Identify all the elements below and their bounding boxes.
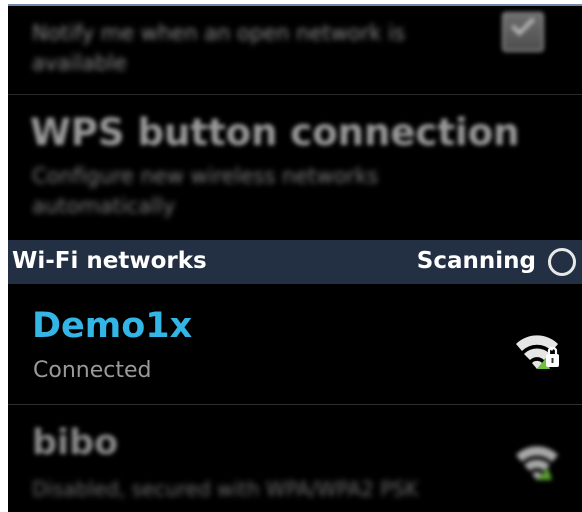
notify-open-network-setting[interactable]: Notify me when an open network is availa… xyxy=(8,6,582,95)
network-name: bibo xyxy=(32,423,119,463)
wifi-secured-icon xyxy=(516,446,558,480)
network-status: Disabled, secured with WPA/WPA2 PSK xyxy=(32,477,419,501)
scanning-spinner-icon xyxy=(548,248,576,276)
scanning-status: Scanning xyxy=(416,248,536,274)
wifi-secured-icon xyxy=(516,335,559,369)
network-item-demo1x[interactable]: Demo1x Connected xyxy=(8,284,582,405)
wifi-networks-title: Wi-Fi networks xyxy=(12,248,207,274)
notify-setting-summary: Notify me when an open network is availa… xyxy=(32,21,405,75)
wps-title: WPS button connection xyxy=(30,111,520,154)
network-status: Connected xyxy=(33,358,152,383)
wifi-settings-screen: Notify me when an open network is availa… xyxy=(8,4,582,512)
wps-button-connection-setting[interactable]: WPS button connection Configure new wire… xyxy=(8,95,582,240)
network-name: Demo1x xyxy=(32,306,193,346)
wifi-networks-header: Wi-Fi networks Scanning xyxy=(8,240,582,284)
wps-summary: Configure new wireless networks automati… xyxy=(32,164,379,218)
checkmark-icon xyxy=(510,11,536,37)
network-item-bibo[interactable]: bibo Disabled, secured with WPA/WPA2 PSK xyxy=(8,405,582,512)
notify-checkbox[interactable] xyxy=(502,11,544,52)
